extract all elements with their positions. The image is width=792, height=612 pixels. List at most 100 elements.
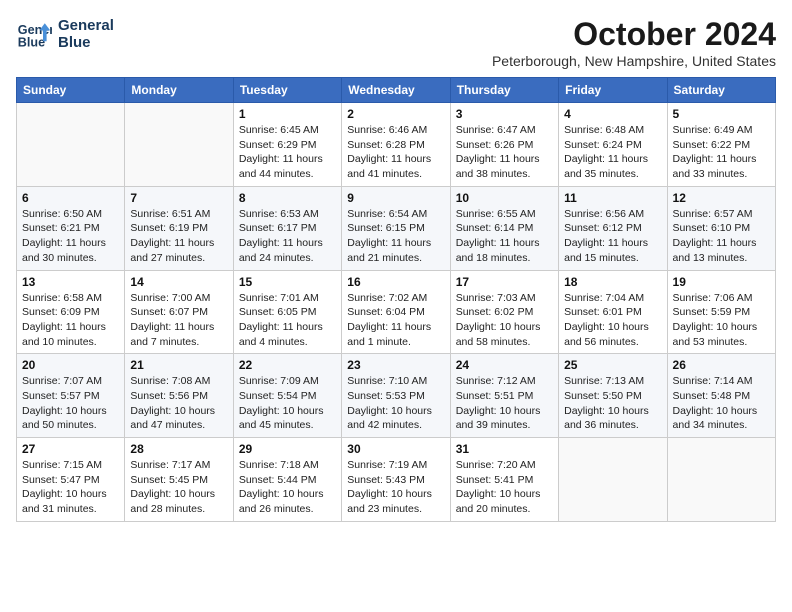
day-number: 17 bbox=[456, 275, 553, 289]
calendar-day-cell: 10 Sunrise: 6:55 AM Sunset: 6:14 PM Dayli… bbox=[450, 186, 558, 270]
day-info: Sunrise: 6:53 AM Sunset: 6:17 PM Dayligh… bbox=[239, 207, 336, 266]
calendar-day-cell: 31Sunrise: 7:20 AM Sunset: 5:41 PM Dayli… bbox=[450, 438, 558, 522]
calendar-day-cell: 15Sunrise: 7:01 AM Sunset: 6:05 PM Dayli… bbox=[233, 270, 341, 354]
day-number: 5 bbox=[673, 107, 770, 121]
day-number: 13 bbox=[22, 275, 119, 289]
calendar-week-row: 6 Sunrise: 6:50 AM Sunset: 6:21 PM Daylig… bbox=[17, 186, 776, 270]
day-info: Sunrise: 6:58 AM Sunset: 6:09 PM Dayligh… bbox=[22, 291, 119, 350]
calendar-day-cell: 16 Sunrise: 7:02 AM Sunset: 6:04 PM Dayli… bbox=[342, 270, 450, 354]
day-number: 6 bbox=[22, 191, 119, 205]
day-info: Sunrise: 6:55 AM Sunset: 6:14 PM Dayligh… bbox=[456, 207, 553, 266]
calendar-day-cell: 14 Sunrise: 7:00 AM Sunset: 6:07 PM Dayli… bbox=[125, 270, 233, 354]
calendar-day-cell bbox=[125, 103, 233, 187]
calendar-body: 1Sunrise: 6:45 AM Sunset: 6:29 PM Daylig… bbox=[17, 103, 776, 522]
day-number: 23 bbox=[347, 358, 444, 372]
location: Peterborough, New Hampshire, United Stat… bbox=[492, 53, 776, 69]
calendar-day-cell: 26Sunrise: 7:14 AM Sunset: 5:48 PM Dayli… bbox=[667, 354, 775, 438]
day-of-week-header: Monday bbox=[125, 78, 233, 103]
calendar-day-cell: 29 Sunrise: 7:18 AM Sunset: 5:44 PM Dayli… bbox=[233, 438, 341, 522]
day-info: Sunrise: 7:00 AM Sunset: 6:07 PM Dayligh… bbox=[130, 291, 227, 350]
day-number: 31 bbox=[456, 442, 553, 456]
day-number: 1 bbox=[239, 107, 336, 121]
day-info: Sunrise: 6:47 AM Sunset: 6:26 PM Dayligh… bbox=[456, 123, 553, 182]
day-number: 29 bbox=[239, 442, 336, 456]
calendar-day-cell bbox=[667, 438, 775, 522]
day-info: Sunrise: 7:19 AM Sunset: 5:43 PM Dayligh… bbox=[347, 458, 444, 517]
logo: General Blue General Blue bbox=[16, 16, 114, 52]
day-info: Sunrise: 6:57 AM Sunset: 6:10 PM Dayligh… bbox=[673, 207, 770, 266]
day-number: 4 bbox=[564, 107, 661, 121]
calendar-day-cell: 5 Sunrise: 6:49 AM Sunset: 6:22 PM Daylig… bbox=[667, 103, 775, 187]
day-number: 21 bbox=[130, 358, 227, 372]
calendar-day-cell: 25 Sunrise: 7:13 AM Sunset: 5:50 PM Dayli… bbox=[559, 354, 667, 438]
calendar-day-cell: 4 Sunrise: 6:48 AM Sunset: 6:24 PM Daylig… bbox=[559, 103, 667, 187]
day-info: Sunrise: 7:06 AM Sunset: 5:59 PM Dayligh… bbox=[673, 291, 770, 350]
day-of-week-header: Sunday bbox=[17, 78, 125, 103]
logo-icon: General Blue bbox=[16, 16, 52, 52]
calendar-day-cell: 18 Sunrise: 7:04 AM Sunset: 6:01 PM Dayli… bbox=[559, 270, 667, 354]
day-info: Sunrise: 7:18 AM Sunset: 5:44 PM Dayligh… bbox=[239, 458, 336, 517]
day-number: 2 bbox=[347, 107, 444, 121]
calendar-week-row: 13 Sunrise: 6:58 AM Sunset: 6:09 PM Dayli… bbox=[17, 270, 776, 354]
day-number: 27 bbox=[22, 442, 119, 456]
day-info: Sunrise: 6:48 AM Sunset: 6:24 PM Dayligh… bbox=[564, 123, 661, 182]
day-info: Sunrise: 6:51 AM Sunset: 6:19 PM Dayligh… bbox=[130, 207, 227, 266]
day-info: Sunrise: 7:07 AM Sunset: 5:57 PM Dayligh… bbox=[22, 374, 119, 433]
day-info: Sunrise: 7:15 AM Sunset: 5:47 PM Dayligh… bbox=[22, 458, 119, 517]
day-info: Sunrise: 7:03 AM Sunset: 6:02 PM Dayligh… bbox=[456, 291, 553, 350]
calendar-week-row: 27 Sunrise: 7:15 AM Sunset: 5:47 PM Dayli… bbox=[17, 438, 776, 522]
calendar-day-cell: 22Sunrise: 7:09 AM Sunset: 5:54 PM Dayli… bbox=[233, 354, 341, 438]
day-info: Sunrise: 7:17 AM Sunset: 5:45 PM Dayligh… bbox=[130, 458, 227, 517]
day-of-week-header: Tuesday bbox=[233, 78, 341, 103]
day-number: 18 bbox=[564, 275, 661, 289]
day-of-week-header: Saturday bbox=[667, 78, 775, 103]
day-number: 11 bbox=[564, 191, 661, 205]
day-number: 15 bbox=[239, 275, 336, 289]
calendar-day-cell: 2Sunrise: 6:46 AM Sunset: 6:28 PM Daylig… bbox=[342, 103, 450, 187]
calendar-day-cell: 13 Sunrise: 6:58 AM Sunset: 6:09 PM Dayli… bbox=[17, 270, 125, 354]
day-info: Sunrise: 7:09 AM Sunset: 5:54 PM Dayligh… bbox=[239, 374, 336, 433]
calendar-day-cell bbox=[559, 438, 667, 522]
calendar-day-cell: 3Sunrise: 6:47 AM Sunset: 6:26 PM Daylig… bbox=[450, 103, 558, 187]
calendar-week-row: 1Sunrise: 6:45 AM Sunset: 6:29 PM Daylig… bbox=[17, 103, 776, 187]
day-of-week-header: Wednesday bbox=[342, 78, 450, 103]
calendar-day-cell: 11Sunrise: 6:56 AM Sunset: 6:12 PM Dayli… bbox=[559, 186, 667, 270]
day-number: 26 bbox=[673, 358, 770, 372]
day-number: 12 bbox=[673, 191, 770, 205]
day-of-week-header: Friday bbox=[559, 78, 667, 103]
day-number: 10 bbox=[456, 191, 553, 205]
day-info: Sunrise: 6:49 AM Sunset: 6:22 PM Dayligh… bbox=[673, 123, 770, 182]
day-of-week-header: Thursday bbox=[450, 78, 558, 103]
day-info: Sunrise: 7:04 AM Sunset: 6:01 PM Dayligh… bbox=[564, 291, 661, 350]
day-number: 7 bbox=[130, 191, 227, 205]
day-number: 20 bbox=[22, 358, 119, 372]
day-number: 14 bbox=[130, 275, 227, 289]
calendar-day-cell: 24 Sunrise: 7:12 AM Sunset: 5:51 PM Dayli… bbox=[450, 354, 558, 438]
day-number: 8 bbox=[239, 191, 336, 205]
calendar-day-cell: 7 Sunrise: 6:51 AM Sunset: 6:19 PM Daylig… bbox=[125, 186, 233, 270]
title-block: October 2024 Peterborough, New Hampshire… bbox=[492, 16, 776, 69]
calendar-day-cell: 12 Sunrise: 6:57 AM Sunset: 6:10 PM Dayli… bbox=[667, 186, 775, 270]
day-info: Sunrise: 6:50 AM Sunset: 6:21 PM Dayligh… bbox=[22, 207, 119, 266]
day-info: Sunrise: 7:02 AM Sunset: 6:04 PM Dayligh… bbox=[347, 291, 444, 350]
calendar-day-cell bbox=[17, 103, 125, 187]
calendar-day-cell: 1Sunrise: 6:45 AM Sunset: 6:29 PM Daylig… bbox=[233, 103, 341, 187]
day-number: 9 bbox=[347, 191, 444, 205]
calendar-day-cell: 19 Sunrise: 7:06 AM Sunset: 5:59 PM Dayli… bbox=[667, 270, 775, 354]
calendar-week-row: 20 Sunrise: 7:07 AM Sunset: 5:57 PM Dayli… bbox=[17, 354, 776, 438]
month-year: October 2024 bbox=[492, 16, 776, 53]
logo-line2: Blue bbox=[58, 34, 114, 51]
day-number: 24 bbox=[456, 358, 553, 372]
calendar-day-cell: 23Sunrise: 7:10 AM Sunset: 5:53 PM Dayli… bbox=[342, 354, 450, 438]
day-number: 25 bbox=[564, 358, 661, 372]
svg-text:Blue: Blue bbox=[18, 36, 45, 50]
calendar-day-cell: 30Sunrise: 7:19 AM Sunset: 5:43 PM Dayli… bbox=[342, 438, 450, 522]
calendar-day-cell: 8 Sunrise: 6:53 AM Sunset: 6:17 PM Daylig… bbox=[233, 186, 341, 270]
day-info: Sunrise: 7:12 AM Sunset: 5:51 PM Dayligh… bbox=[456, 374, 553, 433]
days-of-week-row: SundayMondayTuesdayWednesdayThursdayFrid… bbox=[17, 78, 776, 103]
day-number: 16 bbox=[347, 275, 444, 289]
day-info: Sunrise: 7:08 AM Sunset: 5:56 PM Dayligh… bbox=[130, 374, 227, 433]
day-number: 19 bbox=[673, 275, 770, 289]
day-info: Sunrise: 7:13 AM Sunset: 5:50 PM Dayligh… bbox=[564, 374, 661, 433]
calendar-day-cell: 28Sunrise: 7:17 AM Sunset: 5:45 PM Dayli… bbox=[125, 438, 233, 522]
